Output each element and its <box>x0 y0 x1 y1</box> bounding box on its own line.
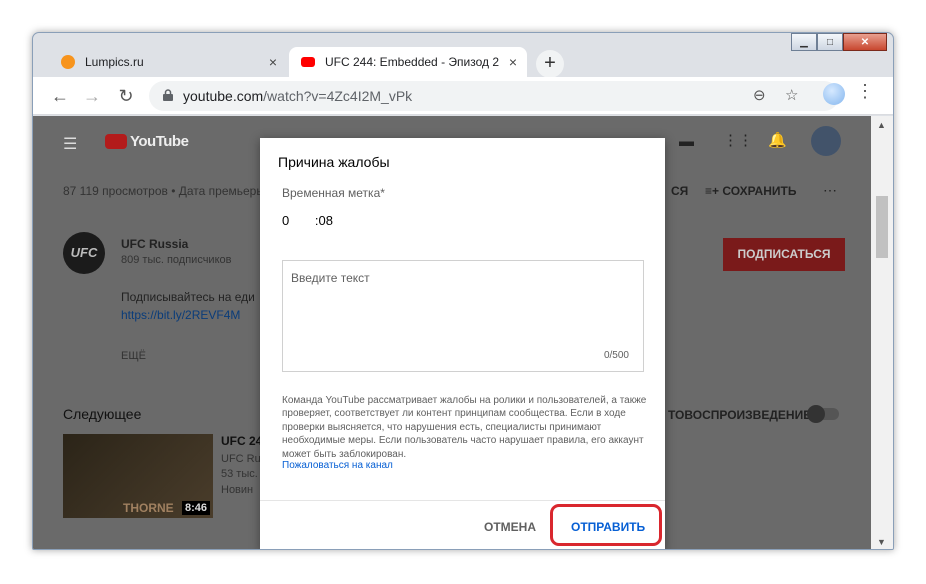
back-arrow-icon[interactable]: ← <box>47 83 73 109</box>
report-text-input[interactable]: Введите текст 0/500 <box>282 260 644 372</box>
recommended-channel: UFC Ru <box>221 453 261 465</box>
more-actions-icon[interactable]: ⋯ <box>823 182 837 199</box>
save-label: СОХРАНИТЬ <box>722 184 797 198</box>
notifications-bell-icon[interactable]: 🔔 <box>768 131 787 149</box>
page-viewport: ☰ YouTube ▬ ⋮⋮ 🔔 87 119 просмотров • Дат… <box>33 116 871 549</box>
zoom-icon[interactable]: ⊖ <box>753 86 766 104</box>
autoplay-toggle[interactable] <box>807 405 839 423</box>
tab-close-icon[interactable]: × <box>499 54 527 70</box>
subscriber-count: 809 тыс. подписчиков <box>121 254 232 266</box>
new-tab-button[interactable]: + <box>536 50 564 78</box>
recommended-new-badge: Новин <box>221 484 254 496</box>
timestamp-label: Временная метка* <box>282 186 385 200</box>
forward-arrow-icon[interactable]: → <box>79 83 105 109</box>
description-link[interactable]: https://bit.ly/2REVF4M <box>121 308 240 322</box>
lock-icon <box>163 89 173 101</box>
timestamp-minutes[interactable]: 0 <box>282 213 289 228</box>
recommended-views: 53 тыс. <box>221 468 258 480</box>
close-window-icon[interactable]: ✕ <box>843 33 887 51</box>
video-duration: 8:46 <box>181 501 210 515</box>
scroll-up-icon[interactable]: ▲ <box>877 120 886 130</box>
thumbnail-text: THORNE <box>123 501 174 515</box>
description-text: Подписывайтесь на еди <box>121 290 255 304</box>
apps-grid-icon[interactable]: ⋮⋮ <box>723 131 753 149</box>
youtube-logo[interactable]: YouTube <box>105 133 189 150</box>
tab-close-icon[interactable]: × <box>259 54 287 70</box>
url-host: youtube.com <box>183 88 264 104</box>
window-controls: ▁ □ ✕ <box>791 33 887 51</box>
channel-name[interactable]: UFC Russia <box>121 237 188 251</box>
page-scrollbar[interactable]: ▲ ▼ <box>871 116 893 549</box>
lumpics-favicon-icon <box>61 55 75 69</box>
tab-label: Lumpics.ru <box>85 55 144 69</box>
autoplay-label: ТОВОСПРОИЗВЕДЕНИЕ <box>668 408 812 422</box>
report-channel-link[interactable]: Пожаловаться на канал <box>282 460 393 471</box>
up-next-heading: Следующее <box>63 406 142 422</box>
toggle-knob <box>807 405 825 423</box>
browser-menu-icon[interactable]: ⋮ <box>856 81 874 102</box>
save-button[interactable]: ≡+ СОХРАНИТЬ <box>705 184 796 198</box>
youtube-logo-text: YouTube <box>130 133 189 150</box>
browser-toolbar: ← → ↻ youtube.com/watch?v=4Zc4I2M_vPk ⊖ … <box>33 77 893 115</box>
reload-icon[interactable]: ↻ <box>113 83 139 109</box>
textarea-placeholder: Введите текст <box>291 271 370 285</box>
youtube-play-icon <box>105 134 127 149</box>
hamburger-icon[interactable]: ☰ <box>63 134 77 154</box>
share-label-partial[interactable]: СЯ <box>671 184 688 198</box>
cancel-button[interactable]: ОТМЕНА <box>484 520 536 534</box>
subscribe-button[interactable]: ПОДПИСАТЬСЯ <box>723 238 845 271</box>
view-count: 87 119 просмотров • Дата премьеры <box>63 184 265 198</box>
tab-lumpics[interactable]: Lumpics.ru × <box>49 47 287 77</box>
scroll-down-icon[interactable]: ▼ <box>877 537 886 547</box>
minimize-icon[interactable]: ▁ <box>791 33 817 51</box>
channel-avatar[interactable]: UFC <box>63 232 105 274</box>
report-dialog: Причина жалобы Временная метка* 0 :08 Вв… <box>260 138 665 549</box>
dialog-title: Причина жалобы <box>278 154 390 170</box>
recommended-thumbnail[interactable]: THORNE 8:46 <box>63 434 213 518</box>
profile-avatar[interactable] <box>823 83 845 105</box>
show-more-link[interactable]: ЕЩЁ <box>121 350 146 362</box>
tab-youtube[interactable]: UFC 244: Embedded - Эпизод 2 × <box>289 47 527 77</box>
url-text: youtube.com/watch?v=4Zc4I2M_vPk <box>183 88 412 104</box>
timestamp-seconds[interactable]: :08 <box>315 213 333 228</box>
upload-video-icon[interactable]: ▬ <box>679 133 694 150</box>
youtube-favicon-icon <box>301 57 315 67</box>
info-text: Команда YouTube рассматривает жалобы на … <box>282 395 647 460</box>
dialog-divider <box>260 500 665 501</box>
address-bar[interactable]: youtube.com/watch?v=4Zc4I2M_vPk ⊖ ☆ <box>149 81 839 111</box>
scrollbar-thumb[interactable] <box>876 196 888 258</box>
recommended-title[interactable]: UFC 24 <box>221 434 262 448</box>
highlight-annotation <box>550 504 662 546</box>
tab-label: UFC 244: Embedded - Эпизод 2 <box>325 55 499 69</box>
bookmark-star-icon[interactable]: ☆ <box>785 86 798 104</box>
character-counter: 0/500 <box>603 350 629 361</box>
browser-window: ▁ □ ✕ Lumpics.ru × UFC 244: Embedded - Э… <box>32 32 894 550</box>
url-path: /watch?v=4Zc4I2M_vPk <box>263 88 413 104</box>
account-avatar[interactable] <box>811 126 841 156</box>
timestamp-field[interactable]: 0 :08 <box>282 213 333 228</box>
maximize-icon[interactable]: □ <box>817 33 843 51</box>
